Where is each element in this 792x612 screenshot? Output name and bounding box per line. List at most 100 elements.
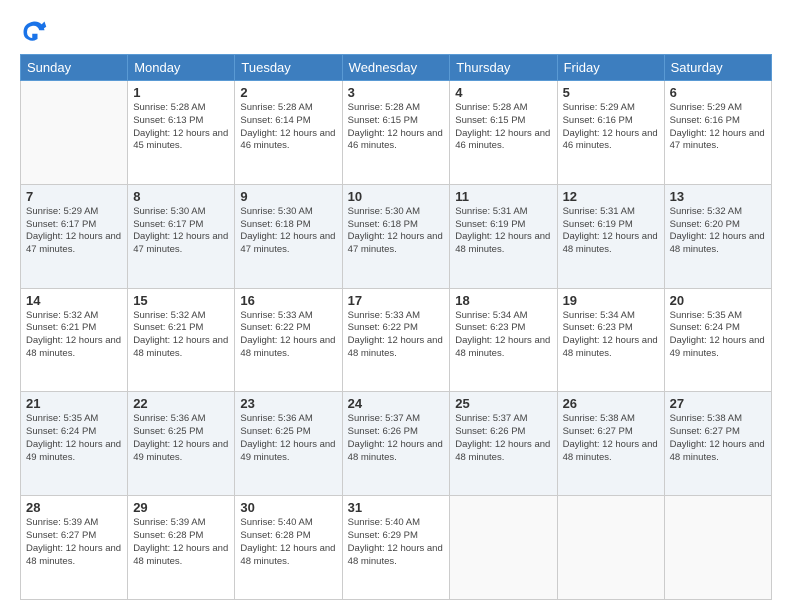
day-number: 28 xyxy=(26,500,122,515)
calendar-cell: 1 Sunrise: 5:28 AMSunset: 6:13 PMDaylight… xyxy=(128,81,235,185)
calendar-cell xyxy=(664,496,771,600)
day-number: 31 xyxy=(348,500,445,515)
day-info: Sunrise: 5:36 AMSunset: 6:25 PMDaylight:… xyxy=(240,413,336,464)
day-number: 13 xyxy=(670,189,766,204)
day-info: Sunrise: 5:33 AMSunset: 6:22 PMDaylight:… xyxy=(240,310,336,361)
day-number: 1 xyxy=(133,85,229,100)
day-number: 18 xyxy=(455,293,551,308)
calendar-cell: 27 Sunrise: 5:38 AMSunset: 6:27 PMDayligh… xyxy=(664,392,771,496)
calendar-cell: 7 Sunrise: 5:29 AMSunset: 6:17 PMDaylight… xyxy=(21,184,128,288)
calendar-week-row: 7 Sunrise: 5:29 AMSunset: 6:17 PMDaylight… xyxy=(21,184,772,288)
day-number: 12 xyxy=(563,189,659,204)
day-info: Sunrise: 5:39 AMSunset: 6:28 PMDaylight:… xyxy=(133,517,229,568)
day-info: Sunrise: 5:39 AMSunset: 6:27 PMDaylight:… xyxy=(26,517,122,568)
calendar-week-row: 1 Sunrise: 5:28 AMSunset: 6:13 PMDaylight… xyxy=(21,81,772,185)
day-number: 9 xyxy=(240,189,336,204)
day-info: Sunrise: 5:31 AMSunset: 6:19 PMDaylight:… xyxy=(455,206,551,257)
calendar-cell: 13Sunrise: 5:32 AMSunset: 6:20 PMDayligh… xyxy=(664,184,771,288)
calendar-week-row: 14 Sunrise: 5:32 AMSunset: 6:21 PMDayligh… xyxy=(21,288,772,392)
day-number: 2 xyxy=(240,85,336,100)
calendar-cell xyxy=(21,81,128,185)
day-number: 14 xyxy=(26,293,122,308)
day-info: Sunrise: 5:40 AMSunset: 6:29 PMDaylight:… xyxy=(348,517,445,568)
calendar-cell: 3Sunrise: 5:28 AMSunset: 6:15 PMDaylight… xyxy=(342,81,450,185)
weekday-header-friday: Friday xyxy=(557,55,664,81)
calendar-cell: 18 Sunrise: 5:34 AMSunset: 6:23 PMDayligh… xyxy=(450,288,557,392)
calendar-cell xyxy=(557,496,664,600)
calendar-cell: 10 Sunrise: 5:30 AMSunset: 6:18 PMDayligh… xyxy=(342,184,450,288)
weekday-header-wednesday: Wednesday xyxy=(342,55,450,81)
day-info: Sunrise: 5:32 AMSunset: 6:21 PMDaylight:… xyxy=(133,310,229,361)
day-info: Sunrise: 5:33 AMSunset: 6:22 PMDaylight:… xyxy=(348,310,445,361)
weekday-header-thursday: Thursday xyxy=(450,55,557,81)
weekday-header-tuesday: Tuesday xyxy=(235,55,342,81)
day-info: Sunrise: 5:28 AMSunset: 6:15 PMDaylight:… xyxy=(455,102,551,153)
calendar-cell: 19Sunrise: 5:34 AMSunset: 6:23 PMDayligh… xyxy=(557,288,664,392)
day-number: 22 xyxy=(133,396,229,411)
day-info: Sunrise: 5:32 AMSunset: 6:21 PMDaylight:… xyxy=(26,310,122,361)
day-info: Sunrise: 5:38 AMSunset: 6:27 PMDaylight:… xyxy=(670,413,766,464)
day-info: Sunrise: 5:37 AMSunset: 6:26 PMDaylight:… xyxy=(348,413,445,464)
weekday-header-sunday: Sunday xyxy=(21,55,128,81)
day-info: Sunrise: 5:29 AMSunset: 6:16 PMDaylight:… xyxy=(563,102,659,153)
day-number: 30 xyxy=(240,500,336,515)
day-info: Sunrise: 5:30 AMSunset: 6:18 PMDaylight:… xyxy=(348,206,445,257)
day-number: 20 xyxy=(670,293,766,308)
day-number: 4 xyxy=(455,85,551,100)
day-number: 17 xyxy=(348,293,445,308)
day-info: Sunrise: 5:37 AMSunset: 6:26 PMDaylight:… xyxy=(455,413,551,464)
page: SundayMondayTuesdayWednesdayThursdayFrid… xyxy=(0,0,792,612)
calendar-cell: 31 Sunrise: 5:40 AMSunset: 6:29 PMDayligh… xyxy=(342,496,450,600)
weekday-header-saturday: Saturday xyxy=(664,55,771,81)
calendar-cell: 16 Sunrise: 5:33 AMSunset: 6:22 PMDayligh… xyxy=(235,288,342,392)
day-number: 11 xyxy=(455,189,551,204)
day-number: 24 xyxy=(348,396,445,411)
day-info: Sunrise: 5:40 AMSunset: 6:28 PMDaylight:… xyxy=(240,517,336,568)
calendar-cell: 4 Sunrise: 5:28 AMSunset: 6:15 PMDaylight… xyxy=(450,81,557,185)
calendar-cell: 9Sunrise: 5:30 AMSunset: 6:18 PMDaylight… xyxy=(235,184,342,288)
calendar-week-row: 28 Sunrise: 5:39 AMSunset: 6:27 PMDayligh… xyxy=(21,496,772,600)
calendar-cell: 22 Sunrise: 5:36 AMSunset: 6:25 PMDayligh… xyxy=(128,392,235,496)
logo-icon xyxy=(20,18,48,46)
day-number: 21 xyxy=(26,396,122,411)
calendar-cell: 17 Sunrise: 5:33 AMSunset: 6:22 PMDayligh… xyxy=(342,288,450,392)
calendar-cell: 30 Sunrise: 5:40 AMSunset: 6:28 PMDayligh… xyxy=(235,496,342,600)
day-info: Sunrise: 5:31 AMSunset: 6:19 PMDaylight:… xyxy=(563,206,659,257)
calendar-cell xyxy=(450,496,557,600)
day-info: Sunrise: 5:34 AMSunset: 6:23 PMDaylight:… xyxy=(455,310,551,361)
day-info: Sunrise: 5:36 AMSunset: 6:25 PMDaylight:… xyxy=(133,413,229,464)
day-info: Sunrise: 5:28 AMSunset: 6:13 PMDaylight:… xyxy=(133,102,229,153)
day-number: 6 xyxy=(670,85,766,100)
calendar-cell: 8 Sunrise: 5:30 AMSunset: 6:17 PMDaylight… xyxy=(128,184,235,288)
day-number: 16 xyxy=(240,293,336,308)
day-number: 10 xyxy=(348,189,445,204)
day-number: 27 xyxy=(670,396,766,411)
day-info: Sunrise: 5:38 AMSunset: 6:27 PMDaylight:… xyxy=(563,413,659,464)
day-info: Sunrise: 5:35 AMSunset: 6:24 PMDaylight:… xyxy=(26,413,122,464)
day-info: Sunrise: 5:34 AMSunset: 6:23 PMDaylight:… xyxy=(563,310,659,361)
day-number: 23 xyxy=(240,396,336,411)
calendar-cell: 28 Sunrise: 5:39 AMSunset: 6:27 PMDayligh… xyxy=(21,496,128,600)
calendar-cell: 11 Sunrise: 5:31 AMSunset: 6:19 PMDayligh… xyxy=(450,184,557,288)
weekday-header-monday: Monday xyxy=(128,55,235,81)
logo xyxy=(20,18,50,46)
day-number: 7 xyxy=(26,189,122,204)
day-number: 29 xyxy=(133,500,229,515)
calendar-cell: 2Sunrise: 5:28 AMSunset: 6:14 PMDaylight… xyxy=(235,81,342,185)
day-number: 26 xyxy=(563,396,659,411)
day-number: 15 xyxy=(133,293,229,308)
day-number: 3 xyxy=(348,85,445,100)
calendar-cell: 20 Sunrise: 5:35 AMSunset: 6:24 PMDayligh… xyxy=(664,288,771,392)
day-number: 25 xyxy=(455,396,551,411)
calendar-cell: 21 Sunrise: 5:35 AMSunset: 6:24 PMDayligh… xyxy=(21,392,128,496)
day-info: Sunrise: 5:30 AMSunset: 6:17 PMDaylight:… xyxy=(133,206,229,257)
calendar-cell: 14 Sunrise: 5:32 AMSunset: 6:21 PMDayligh… xyxy=(21,288,128,392)
day-info: Sunrise: 5:35 AMSunset: 6:24 PMDaylight:… xyxy=(670,310,766,361)
day-info: Sunrise: 5:29 AMSunset: 6:16 PMDaylight:… xyxy=(670,102,766,153)
day-number: 8 xyxy=(133,189,229,204)
weekday-header-row: SundayMondayTuesdayWednesdayThursdayFrid… xyxy=(21,55,772,81)
calendar-cell: 25 Sunrise: 5:37 AMSunset: 6:26 PMDayligh… xyxy=(450,392,557,496)
day-number: 5 xyxy=(563,85,659,100)
day-info: Sunrise: 5:29 AMSunset: 6:17 PMDaylight:… xyxy=(26,206,122,257)
calendar-cell: 6 Sunrise: 5:29 AMSunset: 6:16 PMDaylight… xyxy=(664,81,771,185)
